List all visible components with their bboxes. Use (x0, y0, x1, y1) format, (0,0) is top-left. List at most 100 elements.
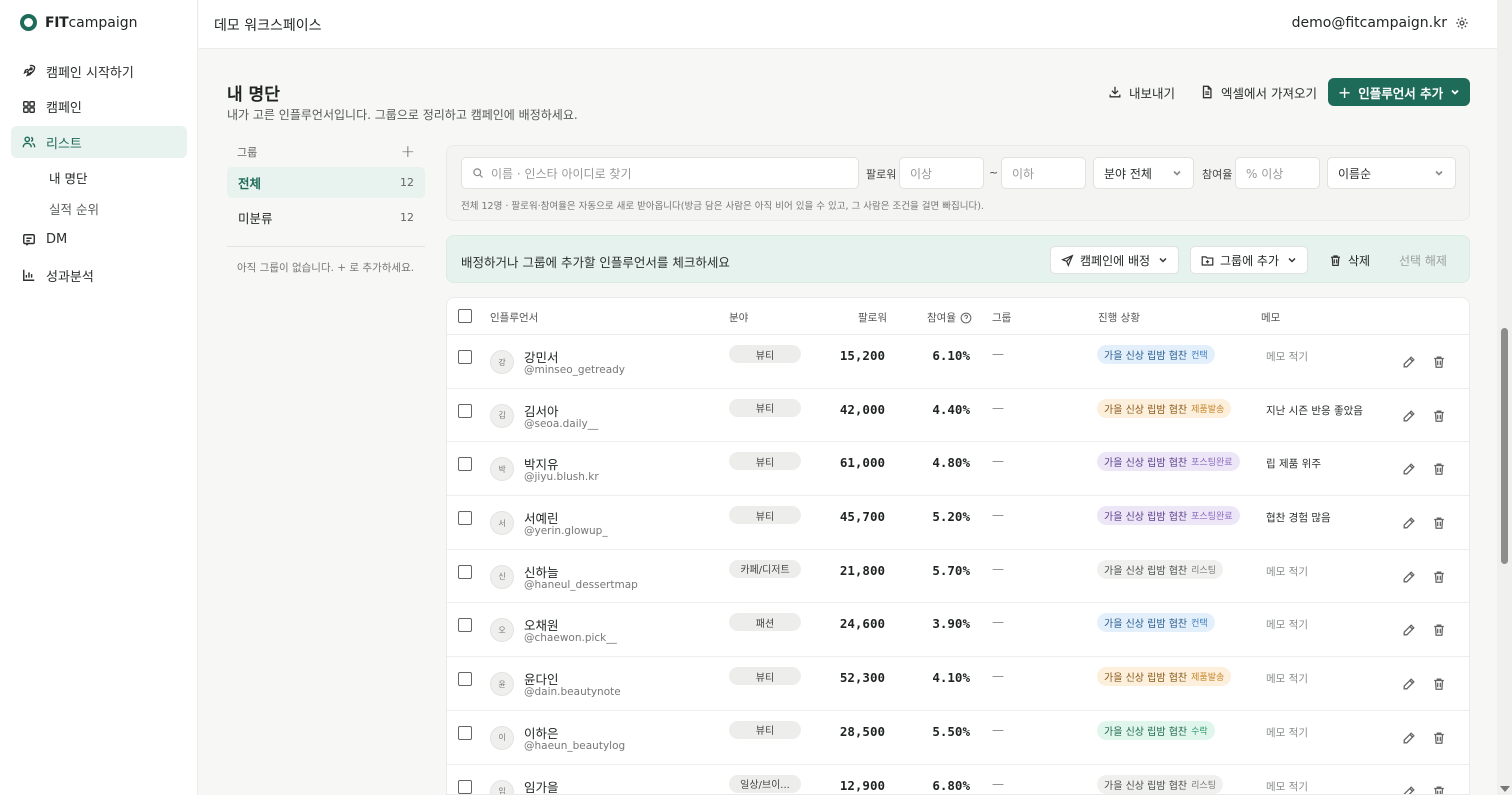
assign-campaign-button[interactable]: 캠페인에 배정 (1050, 246, 1180, 274)
status-badge[interactable]: 가을 신상 립밤 협찬 수락 (1097, 720, 1215, 740)
table-row[interactable]: 서 서예린 @yerin.glowup_ 뷰티 45,700 5.20% — 가을 신상 립밤… (447, 496, 1469, 550)
trash-icon[interactable] (1432, 462, 1446, 476)
trash-icon[interactable] (1432, 677, 1446, 691)
edit-pencil-icon[interactable] (1402, 409, 1416, 423)
sidebar-subitem-my-list[interactable]: 내 명단 (11, 162, 187, 193)
brand-logo[interactable]: FIT campaign (20, 14, 137, 31)
sidebar-item-analytics[interactable]: 성과분석 (11, 259, 187, 291)
edit-pencil-icon[interactable] (1402, 623, 1416, 637)
status-badge[interactable]: 가을 신상 립밤 협찬 포스팅완료 (1097, 506, 1240, 526)
followers-min-input[interactable]: 이상 (899, 157, 984, 189)
status-stage: 제품발송 (1191, 404, 1225, 415)
user-menu[interactable]: demo@fitcampaign.kr (1292, 15, 1469, 31)
table-row[interactable]: 이 이하은 @haeun_beautylog 뷰티 28,500 5.50% — 가을 신상 … (447, 711, 1469, 765)
edit-pencil-icon[interactable] (1402, 785, 1416, 795)
column-followers[interactable]: 팔로워 (858, 310, 887, 325)
table-row[interactable]: 강 강민서 @minseo_getready 뷰티 15,200 6.10% — 가을 신상 … (447, 335, 1469, 389)
memo-text[interactable]: 립 제품 위주 (1266, 456, 1321, 471)
scroll-down-arrow-icon[interactable] (1500, 786, 1510, 792)
row-checkbox[interactable] (458, 350, 472, 364)
trash-icon[interactable] (1432, 409, 1446, 423)
followers-max-input[interactable]: 이하 (1001, 157, 1086, 189)
table-row[interactable]: 신 신하늘 @haneul_dessertmap 카페/디저트 21,800 5.70% —… (447, 550, 1469, 604)
column-status[interactable]: 진행 상황 (1098, 310, 1140, 325)
add-influencer-button[interactable]: + 인플루언서 추가 (1328, 78, 1470, 106)
table-row[interactable]: 임 임가을 일상/브이... 12,900 6.80% — 가을 신상 립밤 협찬 리스팅 메모… (447, 765, 1469, 795)
trash-icon[interactable] (1432, 623, 1446, 637)
influencer-name[interactable]: 임가을 (524, 777, 559, 795)
memo-text[interactable]: 메모 적기 (1266, 349, 1308, 364)
edit-pencil-icon[interactable] (1402, 355, 1416, 369)
status-badge[interactable]: 가을 신상 립밤 협찬 리스팅 (1097, 774, 1223, 794)
status-badge[interactable]: 가을 신상 립밤 협찬 리스팅 (1097, 559, 1223, 579)
column-influencer[interactable]: 인플루언서 (490, 310, 538, 325)
row-checkbox[interactable] (458, 725, 472, 740)
sidebar-item-label: 캠페인 (46, 101, 82, 116)
sidebar-item-dm[interactable]: DM (11, 224, 187, 256)
trash-icon[interactable] (1432, 731, 1446, 745)
memo-text[interactable]: 메모 적기 (1266, 725, 1308, 740)
edit-pencil-icon[interactable] (1402, 570, 1416, 584)
sidebar-item-list[interactable]: 리스트 (11, 126, 187, 158)
status-badge[interactable]: 가을 신상 립밤 협찬 제품발송 (1097, 398, 1232, 418)
table-row[interactable]: 윤 윤다인 @dain.beautynote 뷰티 52,300 4.10% — 가을 신상 … (447, 657, 1469, 711)
row-checkbox[interactable] (458, 457, 472, 472)
delete-selected-button[interactable]: 삭제 (1329, 252, 1370, 269)
help-circle-icon[interactable] (960, 312, 972, 324)
clear-selection-button[interactable]: 선택 해제 (1399, 252, 1447, 269)
column-category[interactable]: 분야 (729, 310, 748, 325)
import-label: 엑셀에서 가져오기 (1221, 85, 1317, 101)
search-input[interactable]: 이름 · 인스타 아이디로 찾기 (461, 157, 859, 189)
page-scrollbar[interactable] (1497, 0, 1512, 795)
workspace-name[interactable]: 데모 워크스페이스 (214, 15, 322, 35)
row-checkbox[interactable] (458, 672, 472, 687)
trash-icon[interactable] (1432, 785, 1446, 795)
row-checkbox[interactable] (458, 564, 472, 579)
export-button[interactable]: 내보내기 (1108, 78, 1175, 106)
row-checkbox[interactable] (458, 403, 472, 418)
memo-text[interactable]: 메모 적기 (1266, 779, 1308, 794)
table-row[interactable]: 박 박지유 @jiyu.blush.kr 뷰티 61,000 4.80% — 가을 신상 립밤… (447, 442, 1469, 497)
sidebar-subitem-ranking[interactable]: 실적 순위 (11, 193, 187, 224)
import-excel-button[interactable]: 엑셀에서 가져오기 (1200, 78, 1317, 106)
table-row[interactable]: 김 김서아 @seoa.daily__ 뷰티 42,000 4.40% — 가을 신상 립밤 … (447, 389, 1469, 443)
row-checkbox[interactable] (458, 779, 472, 794)
group-item-uncategorized[interactable]: 미분류 12 (227, 202, 425, 233)
influencer-handle: @minseo_getready (524, 364, 626, 376)
edit-pencil-icon[interactable] (1402, 516, 1416, 530)
select-all-checkbox[interactable] (458, 309, 472, 323)
column-memo[interactable]: 메모 (1261, 310, 1280, 325)
column-group[interactable]: 그룹 (992, 310, 1011, 325)
add-group-icon[interactable]: + (401, 142, 415, 162)
scrollbar-thumb[interactable] (1501, 328, 1508, 564)
group-item-all[interactable]: 전체 12 (227, 167, 425, 198)
row-checkbox[interactable] (458, 618, 472, 633)
status-badge[interactable]: 가을 신상 립밤 협찬 제품발송 (1097, 667, 1232, 687)
trash-icon[interactable] (1432, 355, 1446, 369)
category-badge: 패션 (729, 613, 801, 632)
column-engagement[interactable]: 참여율 (927, 310, 972, 325)
memo-text[interactable]: 메모 적기 (1266, 564, 1308, 579)
row-checkbox[interactable] (458, 511, 472, 526)
sidebar-item-campaign-start[interactable]: 캠페인 시작하기 (11, 55, 187, 87)
category-badge: 뷰티 (729, 398, 801, 417)
sort-select[interactable]: 이름순 (1327, 157, 1456, 189)
table-row[interactable]: 오 오채원 @chaewon.pick__ 패션 24,600 3.90% — 가을 신상 립… (447, 603, 1469, 658)
trash-icon[interactable] (1432, 570, 1446, 584)
status-badge[interactable]: 가을 신상 립밤 협찬 포스팅완료 (1097, 452, 1240, 472)
status-badge[interactable]: 가을 신상 립밤 협찬 컨택 (1097, 613, 1215, 633)
memo-text[interactable]: 메모 적기 (1266, 671, 1308, 686)
category-select[interactable]: 분야 전체 (1093, 157, 1194, 189)
engagement-min-input[interactable]: % 이상 (1235, 157, 1320, 189)
memo-text[interactable]: 협찬 경험 많음 (1266, 510, 1331, 525)
memo-text[interactable]: 지난 시즌 반응 좋았음 (1266, 403, 1363, 418)
edit-pencil-icon[interactable] (1402, 677, 1416, 691)
status-badge[interactable]: 가을 신상 립밤 협찬 컨택 (1097, 345, 1215, 364)
sidebar-item-campaigns[interactable]: 캠페인 (11, 91, 187, 123)
add-to-group-button[interactable]: 그룹에 추가 (1190, 246, 1309, 274)
edit-pencil-icon[interactable] (1402, 462, 1416, 476)
edit-pencil-icon[interactable] (1402, 731, 1416, 745)
gear-icon[interactable] (1455, 16, 1469, 30)
trash-icon[interactable] (1432, 516, 1446, 530)
memo-text[interactable]: 메모 적기 (1266, 617, 1308, 632)
